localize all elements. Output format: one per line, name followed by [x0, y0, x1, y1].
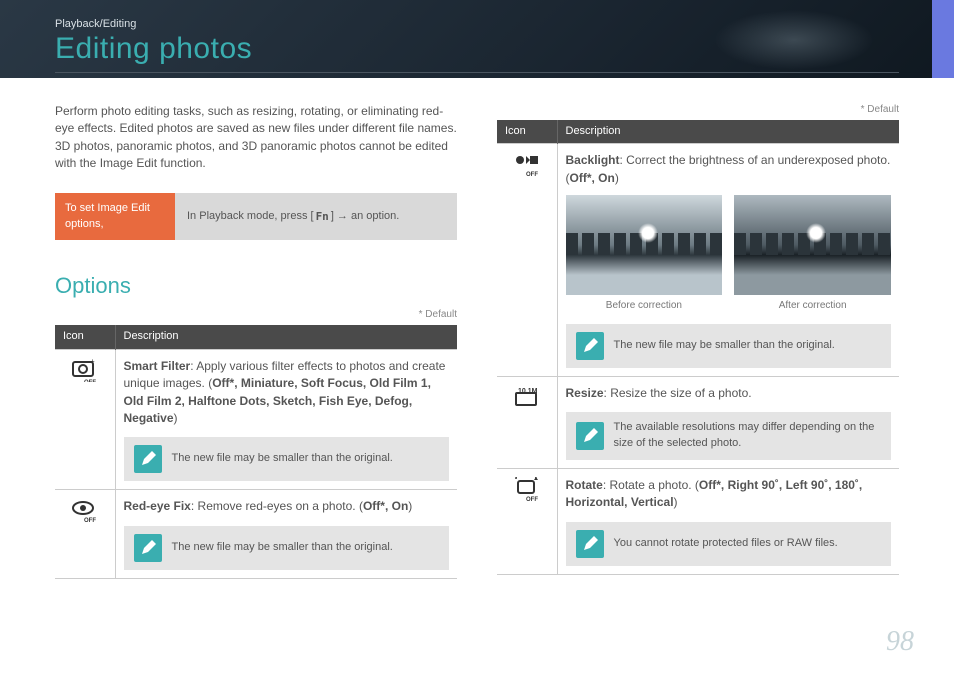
th-icon: Icon — [55, 325, 115, 349]
svg-text:OFF: OFF — [526, 497, 538, 501]
table-row: OFF Rotate: Rotate a photo. (Off*, Right… — [497, 468, 899, 574]
callout-instruction: In Playback mode, press [Fn] → an option… — [175, 193, 457, 241]
section-title: Options — [55, 270, 457, 302]
option-values: Off*, On — [570, 171, 615, 185]
option-title: Backlight — [566, 153, 620, 167]
option-suffix: ) — [674, 495, 678, 509]
after-caption: After correction — [734, 299, 891, 314]
smart-filter-icon: + OFF — [70, 358, 100, 385]
page-title: Editing photos — [55, 32, 899, 66]
table-row: OFF Backlight: Correct the brightness of… — [497, 144, 899, 376]
note-box: The available resolutions may differ dep… — [566, 412, 892, 460]
backlight-icon: OFF — [512, 152, 542, 179]
option-desc: : Rotate a photo. ( — [603, 478, 699, 492]
table-row: +OFF Smart Filter: Apply various filter … — [55, 349, 457, 490]
note-text: You cannot rotate protected files or RAW… — [614, 536, 838, 552]
breadcrumb: Playback/Editing — [55, 18, 899, 30]
callout-text-prefix: In Playback mode, press [ — [187, 209, 314, 225]
callout-text-suffix: ] → an option. — [331, 209, 400, 225]
note-box: The new file may be smaller than the ori… — [124, 526, 450, 570]
resize-icon: 10.1M — [512, 385, 542, 412]
svg-text:+: + — [90, 358, 95, 366]
svg-text:OFF: OFF — [84, 380, 96, 382]
pen-icon — [576, 332, 604, 360]
note-box: The new file may be smaller than the ori… — [566, 324, 892, 368]
options-table-right: Icon Description OFF — [497, 120, 899, 575]
pen-icon — [576, 530, 604, 558]
option-values: Off*, On — [363, 499, 408, 513]
note-box: The new file may be smaller than the ori… — [124, 437, 450, 481]
th-description: Description — [557, 120, 899, 144]
table-row: 10.1M Resize: Resize the size of a photo… — [497, 376, 899, 468]
table-row: OFF Red-eye Fix: Remove red-eyes on a ph… — [55, 490, 457, 578]
rotate-icon: OFF — [512, 477, 542, 504]
option-title: Smart Filter — [124, 359, 191, 373]
th-description: Description — [115, 325, 457, 349]
note-text: The new file may be smaller than the ori… — [172, 540, 393, 556]
option-title: Red-eye Fix — [124, 499, 191, 513]
default-note-left: * Default — [55, 308, 457, 323]
red-eye-icon: OFF — [70, 498, 100, 525]
option-suffix: ) — [174, 411, 178, 425]
pen-icon — [134, 445, 162, 473]
svg-text:10.1M: 10.1M — [518, 388, 538, 395]
option-suffix: ) — [615, 171, 619, 185]
svg-text:OFF: OFF — [84, 518, 96, 522]
before-image — [566, 195, 723, 295]
title-rule — [55, 72, 899, 73]
after-image — [734, 195, 891, 295]
option-title: Resize — [566, 386, 604, 400]
option-desc: : Resize the size of a photo. — [604, 386, 752, 400]
option-title: Rotate — [566, 478, 603, 492]
note-box: You cannot rotate protected files or RAW… — [566, 522, 892, 566]
note-text: The new file may be smaller than the ori… — [614, 338, 835, 354]
callout-box: To set Image Edit options, In Playback m… — [55, 193, 457, 241]
intro-paragraph: Perform photo editing tasks, such as res… — [55, 103, 457, 173]
th-icon: Icon — [497, 120, 557, 144]
pen-icon — [134, 534, 162, 562]
svg-text:OFF: OFF — [526, 172, 538, 176]
fn-key: Fn — [314, 209, 331, 225]
note-text: The available resolutions may differ dep… — [614, 420, 882, 452]
before-caption: Before correction — [566, 299, 723, 314]
note-text: The new file may be smaller than the ori… — [172, 451, 393, 467]
callout-label: To set Image Edit options, — [55, 193, 175, 241]
pen-icon — [576, 422, 604, 450]
options-table-left: Icon Description + OFF — [55, 325, 457, 579]
option-desc: : Remove red-eyes on a photo. ( — [191, 499, 363, 513]
default-note-right: * Default — [497, 103, 899, 118]
option-suffix: ) — [408, 499, 412, 513]
